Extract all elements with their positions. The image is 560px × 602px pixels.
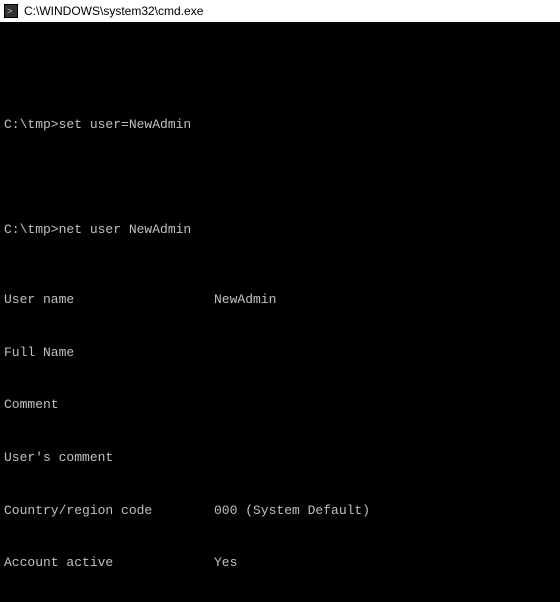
svg-text:>: > bbox=[7, 7, 12, 17]
value-user-name: NewAdmin bbox=[214, 291, 276, 309]
cmd-set-user: set user=NewAdmin bbox=[59, 116, 192, 134]
prompt: C:\tmp> bbox=[4, 221, 59, 239]
label-account-active: Account active bbox=[4, 554, 214, 572]
label-users-comment: User's comment bbox=[4, 449, 214, 467]
label-full-name: Full Name bbox=[4, 344, 214, 362]
window-title-text: C:\WINDOWS\system32\cmd.exe bbox=[24, 4, 203, 18]
label-comment: Comment bbox=[4, 396, 214, 414]
cmd-net-user: net user NewAdmin bbox=[59, 221, 192, 239]
label-country: Country/region code bbox=[4, 502, 214, 520]
value-country: 000 (System Default) bbox=[214, 502, 370, 520]
window-titlebar: > C:\WINDOWS\system32\cmd.exe bbox=[0, 0, 560, 22]
terminal-output[interactable]: C:\tmp>set user=NewAdmin C:\tmp>net user… bbox=[0, 22, 560, 602]
label-user-name: User name bbox=[4, 291, 214, 309]
value-account-active: Yes bbox=[214, 554, 237, 572]
prompt: C:\tmp> bbox=[4, 116, 59, 134]
cmd-icon: > bbox=[4, 4, 18, 18]
